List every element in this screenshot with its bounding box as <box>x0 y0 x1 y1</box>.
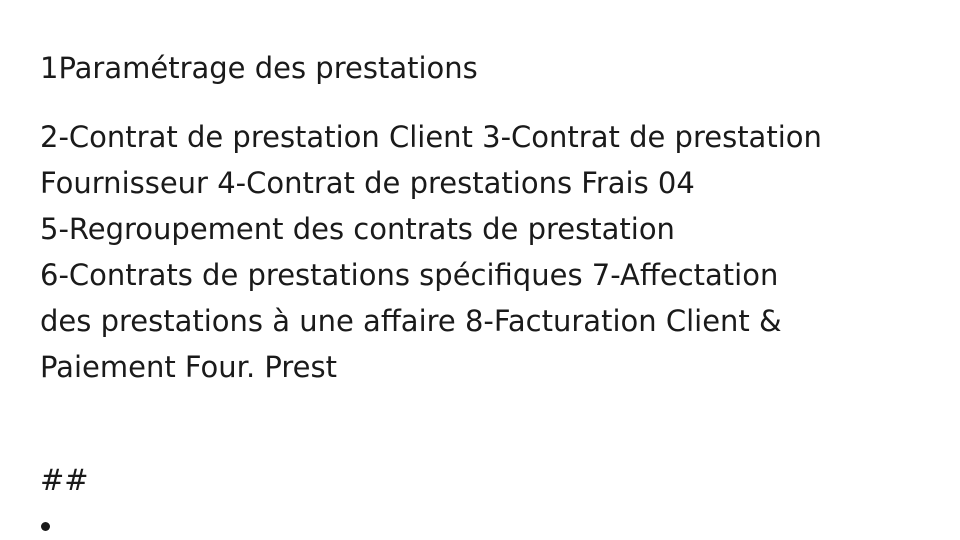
document-page: 1Paramétrage des prestations 2-Contrat d… <box>0 0 960 540</box>
body-paragraph: 2-Contrat de prestation Client 3-Contrat… <box>40 114 920 390</box>
bullet-dot-icon <box>41 522 50 531</box>
hash-marker: ## <box>40 463 89 497</box>
heading-text: 1Paramétrage des prestations <box>40 51 478 85</box>
body-line: Fournisseur 4-Contrat de prestations Fra… <box>40 166 695 200</box>
body-line: Paiement Four. Prest <box>40 350 337 384</box>
body-line: 2-Contrat de prestation Client 3-Contrat… <box>40 120 822 154</box>
body-line: 6-Contrats de prestations spécifiques 7-… <box>40 258 779 292</box>
body-line: 5-Regroupement des contrats de prestatio… <box>40 212 675 246</box>
body-line: des prestations à une affaire 8-Facturat… <box>40 304 782 338</box>
